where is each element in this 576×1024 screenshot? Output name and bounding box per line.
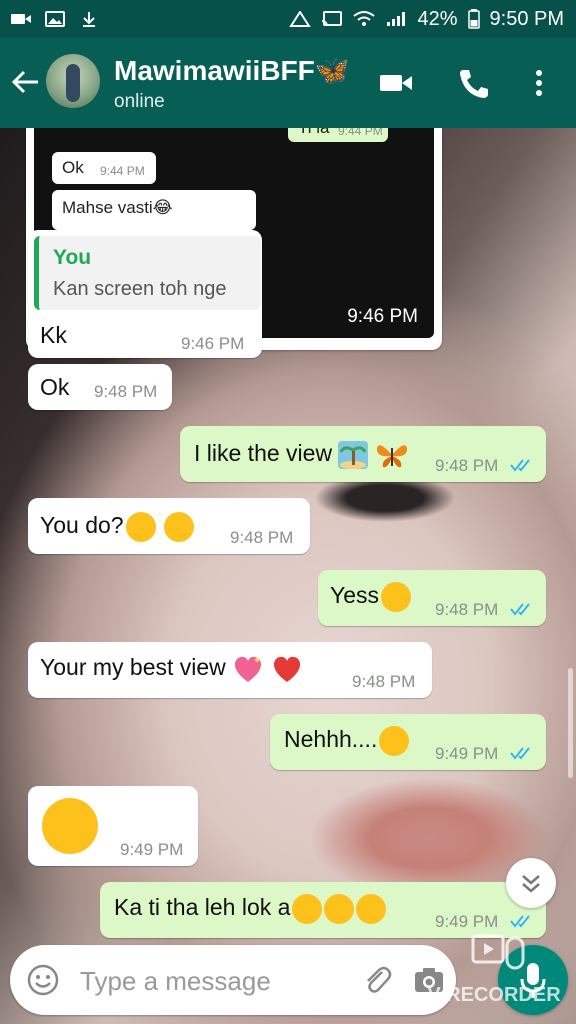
message-text: You do?	[40, 512, 194, 542]
contact-name[interactable]: MawimawiiBFF🦋	[114, 54, 350, 87]
wifi-icon	[353, 11, 376, 26]
grinning-face-emoji	[381, 582, 412, 612]
contact-status: online	[114, 91, 165, 112]
thinking-face-emoji	[163, 512, 194, 542]
message-time: 9:48 PM	[230, 528, 294, 547]
message-bubble-incoming[interactable]: Ok 9:48 PM	[28, 364, 172, 410]
message-bubble-outgoing[interactable]: Yess 9:48 PM	[318, 570, 546, 626]
cast-icon	[322, 11, 343, 27]
chat-scrollbar[interactable]	[568, 668, 573, 778]
chat-header: MawimawiiBFF🦋 online	[0, 38, 576, 128]
read-ticks-icon	[510, 915, 530, 928]
message-time: 9:49 PM	[435, 912, 499, 931]
emoji-icon[interactable]	[26, 963, 60, 997]
signal-icon	[387, 12, 406, 26]
reply-message[interactable]: You Kan screen toh nge Kk 9:46 PM	[28, 230, 262, 358]
chat-area[interactable]: Ti la 9:44 PM Ok 9:44 PM Mahse vasti😂 9:…	[0, 128, 576, 1024]
message-time: 9:49 PM	[120, 840, 184, 859]
island-emoji	[338, 441, 369, 469]
message-composer	[10, 945, 456, 1015]
message-time: 9:49 PM	[435, 744, 499, 763]
sparkling-heart-emoji	[235, 656, 262, 682]
battery-percent: 42%	[417, 7, 458, 30]
message-bubble-incoming[interactable]: You do? 9:48 PM	[28, 498, 310, 554]
message-time: 9:48 PM	[435, 456, 499, 475]
message-text	[40, 798, 98, 854]
message-time: 9:48 PM	[94, 382, 158, 401]
quote-text: Kan screen toh nge	[53, 278, 227, 300]
message-text: I like the view	[194, 440, 409, 470]
hugging-face-emoji	[125, 512, 156, 542]
nfc-icon	[289, 11, 312, 27]
message-input[interactable]	[78, 961, 352, 1001]
battery-icon	[467, 9, 480, 29]
tears-of-joy-emoji	[356, 894, 387, 924]
message-time: 9:48 PM	[435, 600, 499, 619]
scroll-to-bottom-button[interactable]	[506, 858, 556, 908]
mini-message-in: Mahse vasti😂	[52, 190, 256, 230]
attach-icon[interactable]	[360, 963, 394, 997]
status-bar: 42% 9:50 PM	[0, 0, 576, 38]
phone-call-icon[interactable]	[456, 66, 492, 100]
message-text: Nehhh....	[284, 726, 410, 756]
message-time: 9:46 PM	[347, 306, 418, 327]
mini-message-in: Ok 9:44 PM	[52, 152, 156, 184]
message-time: 9:48 PM	[352, 672, 416, 691]
message-text: Kk	[40, 322, 67, 348]
confounded-face-emoji	[379, 726, 410, 756]
tears-of-joy-emoji	[292, 894, 323, 924]
video-recorder-icon	[11, 14, 31, 24]
message-text: Ok	[40, 374, 70, 400]
recorder-watermark: V RECORDER	[422, 930, 572, 1010]
read-ticks-icon	[510, 459, 530, 472]
read-ticks-icon	[510, 747, 530, 760]
download-icon	[83, 12, 95, 27]
message-bubble-incoming[interactable]: Your my best view 9:48 PM	[28, 642, 432, 698]
watermark-text: V RECORDER	[427, 984, 561, 1006]
video-call-icon[interactable]	[378, 66, 414, 100]
recorder-logo-icon	[471, 934, 525, 970]
gallery-icon	[45, 11, 65, 27]
quoted-message[interactable]: You Kan screen toh nge	[34, 236, 261, 310]
message-bubble-outgoing[interactable]: Nehhh.... 9:49 PM	[270, 714, 546, 770]
butterfly-emoji	[376, 445, 407, 468]
tired-face-emoji	[42, 798, 98, 854]
double-chevron-down-icon	[522, 875, 540, 893]
message-text: Ka ti tha leh lok a	[114, 894, 387, 924]
mini-message-out: Ti la 9:44 PM	[288, 128, 388, 142]
message-text: Your my best view	[40, 654, 303, 684]
tears-of-joy-emoji	[324, 894, 355, 924]
red-heart-emoji	[273, 656, 300, 682]
message-bubble-incoming[interactable]: 9:49 PM	[28, 786, 198, 866]
back-arrow-icon[interactable]	[10, 66, 42, 98]
message-time: 9:46 PM	[181, 334, 245, 353]
read-ticks-icon	[510, 603, 530, 616]
message-bubble-outgoing[interactable]: I like the view 9:48 PM	[180, 426, 546, 482]
status-time: 9:50 PM	[489, 7, 564, 30]
contact-avatar[interactable]	[46, 54, 100, 108]
quote-author: You	[53, 246, 92, 269]
message-text: Yess	[330, 582, 412, 612]
more-options-icon[interactable]	[524, 66, 554, 100]
